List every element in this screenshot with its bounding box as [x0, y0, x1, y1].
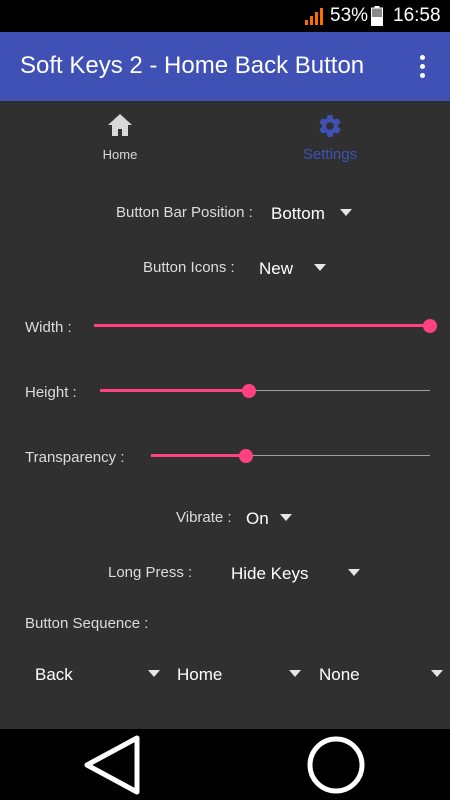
button-icons-value: New	[259, 259, 294, 278]
button-icons-label: Button Icons :	[143, 259, 235, 276]
battery-percent: 53%	[330, 5, 369, 26]
status-bar: 53% 16:58	[0, 0, 450, 32]
back-triangle-icon[interactable]	[80, 734, 144, 796]
long-press-dropdown[interactable]: Hide Keys	[225, 558, 370, 588]
chevron-down-icon	[280, 514, 292, 521]
tab-home-label: Home	[102, 147, 138, 162]
slider-thumb[interactable]	[238, 449, 253, 463]
slider-thumb[interactable]	[423, 319, 437, 333]
button-sequence-value-2: Home	[177, 665, 223, 684]
button-sequence-dropdown-2[interactable]: Home	[167, 659, 309, 689]
long-press-value: Hide Keys	[231, 564, 309, 583]
vibrate-dropdown[interactable]: On	[242, 503, 302, 533]
battery-icon	[371, 6, 383, 26]
button-sequence-dropdown-1[interactable]: Back	[25, 659, 167, 689]
button-bar-position-value: Bottom	[271, 204, 325, 223]
button-bar-position-label: Button Bar Position :	[116, 204, 253, 221]
home-circle-icon[interactable]	[305, 734, 367, 796]
long-press-label: Long Press :	[108, 564, 193, 581]
height-label: Height :	[25, 384, 77, 401]
app-title: Soft Keys 2 - Home Back Button	[20, 52, 365, 79]
navigation-bar	[0, 729, 450, 800]
width-slider[interactable]	[94, 316, 437, 336]
slider-fill	[151, 454, 246, 457]
transparency-label: Transparency :	[25, 449, 125, 466]
app-bar: Soft Keys 2 - Home Back Button	[0, 32, 450, 101]
button-sequence-value-3: None	[319, 665, 360, 684]
vibrate-label: Vibrate :	[176, 509, 232, 526]
slider-thumb[interactable]	[241, 384, 256, 398]
chevron-down-icon	[314, 264, 326, 271]
signal-icon	[305, 8, 323, 25]
button-sequence-dropdown-3[interactable]: None	[309, 659, 450, 689]
button-bar-position-dropdown[interactable]: Bottom	[265, 198, 365, 228]
button-sequence-value-1: Back	[35, 665, 73, 684]
more-vert-icon[interactable]	[410, 52, 434, 82]
chevron-down-icon	[340, 209, 352, 216]
tab-settings[interactable]: Settings	[280, 101, 380, 171]
clock: 16:58	[393, 5, 441, 26]
height-slider[interactable]	[100, 381, 430, 401]
chevron-down-icon	[348, 569, 360, 576]
tab-settings-label: Settings	[302, 146, 358, 163]
slider-fill	[100, 389, 249, 392]
gear-icon	[319, 115, 341, 137]
chevron-down-icon	[289, 670, 301, 677]
button-sequence-label: Button Sequence :	[25, 615, 149, 632]
slider-fill	[94, 324, 430, 327]
transparency-slider[interactable]	[151, 446, 430, 466]
home-icon	[108, 114, 132, 136]
tab-home[interactable]: Home	[70, 101, 170, 171]
chevron-down-icon	[431, 670, 443, 677]
button-icons-dropdown[interactable]: New	[254, 253, 334, 283]
vibrate-value: On	[246, 509, 269, 528]
width-label: Width :	[25, 319, 72, 336]
chevron-down-icon	[148, 670, 160, 677]
